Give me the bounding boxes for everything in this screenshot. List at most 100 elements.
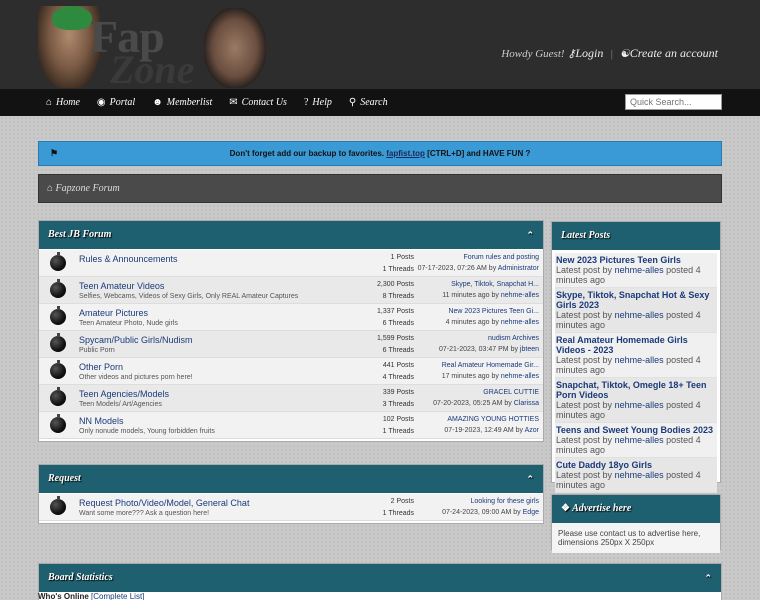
forum-row: NN Models Only nonude models, Young forbi… (39, 412, 543, 439)
forum-title-link[interactable]: Request Photo/Video/Model, General Chat (79, 498, 249, 508)
last-post-meta: 07-20-2023, 05:25 AM by Clarissa (433, 400, 539, 407)
last-post-user-link[interactable]: nehme-alles (501, 292, 539, 299)
latest-post-prefix: Latest post by (556, 400, 613, 410)
last-post-title-link[interactable]: GRACEL CUTTIE (483, 389, 539, 396)
latest-post-meta: Latest post by nehme-alles posted 4 minu… (556, 265, 716, 285)
latest-post-user-link[interactable]: nehme-alles (615, 355, 664, 365)
latest-post-title-link[interactable]: Teens and Sweet Young Bodies 2023 (556, 425, 716, 435)
category-best-jb-forum: Best JB Forum ⌃ Rules & Announcements 1 P… (38, 220, 544, 442)
latest-post-prefix: Latest post by (556, 355, 613, 365)
forum-title-link[interactable]: Rules & Announcements (79, 254, 178, 264)
login-link[interactable]: Login (575, 46, 603, 60)
breadcrumb-forum-link[interactable]: Fapzone Forum (56, 183, 120, 194)
nav-search[interactable]: ⚲ Search (349, 97, 388, 108)
collapse-icon[interactable]: ⌃ (704, 564, 712, 592)
last-post-date: 07-20-2023, 05:25 AM by (433, 400, 512, 407)
last-post-meta: 07-21-2023, 03:47 PM by jbteen (439, 346, 539, 353)
nav-help[interactable]: ? Help (304, 97, 332, 108)
last-post-user-link[interactable]: nehme-alles (501, 319, 539, 326)
nav-portal-label: Portal (109, 97, 136, 108)
last-post-user-link[interactable]: Administrator (498, 265, 539, 272)
forum-description: Public Porn (79, 347, 115, 354)
advertise-panel: ❖ Advertise here Please use contact us t… (551, 494, 721, 553)
last-post-title-link[interactable]: Real Amateur Homemade Gir... (442, 362, 539, 369)
last-post-title-link[interactable]: nudism Archives (488, 335, 539, 342)
welcome-text: Howdy Guest! (501, 48, 565, 60)
forum-row: Teen Agencies/Models Teen Models/ Art/Age… (39, 385, 543, 412)
last-post-meta: 11 minutes ago by nehme-alles (442, 292, 539, 299)
notice-text-before: Don't forget add our backup to favorites… (229, 149, 385, 158)
latest-post-title-link[interactable]: Snapchat, Tiktok, Omegle 18+ Teen Porn V… (556, 380, 716, 400)
forum-list: Rules & Announcements 1 Posts 1 Threads For… (39, 249, 543, 440)
last-post-meta: 07-17-2023, 07:26 AM by Administrator (418, 265, 539, 272)
latest-post-item: Skype, Tiktok, Snapchat Hot & Sexy Girls… (555, 288, 717, 333)
last-post-user-link[interactable]: Clarissa (514, 400, 539, 407)
last-post-title-link[interactable]: Forum rules and posting (464, 254, 539, 261)
last-post-date: 11 minutes ago by (442, 292, 499, 299)
backup-notice: ⚑ Don't forget add our backup to favorit… (38, 141, 722, 166)
forum-title-link[interactable]: NN Models (79, 416, 124, 426)
user-plus-icon: ☯ (619, 48, 630, 60)
site-header: Fap Zone Howdy Guest! ⚷Login | ☯Create a… (0, 0, 760, 92)
forum-title-link[interactable]: Other Porn (79, 362, 123, 372)
board-statistics-header: Board Statistics ⌃ (39, 564, 721, 592)
forum-bomb-icon (50, 279, 66, 298)
nav-home[interactable]: ⌂ Home (46, 97, 80, 108)
latest-post-user-link[interactable]: nehme-alles (615, 265, 664, 275)
nav-contact[interactable]: ✉ Contact Us (229, 97, 287, 108)
forum-description: Teen Amateur Photo, Nude girls (79, 320, 178, 327)
last-post-user-link[interactable]: Edge (523, 509, 539, 516)
notice-backup-link[interactable]: fapfist.top (386, 149, 425, 158)
category-title[interactable]: Best JB Forum (48, 229, 111, 240)
forum-row: Request Photo/Video/Model, General Chat W… (39, 494, 543, 521)
welcome-separator: | (610, 48, 614, 60)
last-post-user-link[interactable]: Azor (525, 427, 539, 434)
logo-figure-hair (52, 6, 92, 30)
forum-title-link[interactable]: Teen Agencies/Models (79, 389, 169, 399)
latest-post-title-link[interactable]: Cute Daddy 18yo Girls (556, 460, 716, 470)
collapse-icon[interactable]: ⌃ (526, 465, 534, 493)
forum-title-link[interactable]: Amateur Pictures (79, 308, 148, 318)
breadcrumb: ⌂ Fapzone Forum (38, 174, 722, 203)
forum-threads-count: 6 Threads (382, 320, 414, 327)
forum-title-link[interactable]: Spycam/Public Girls/Nudism (79, 335, 193, 345)
quick-search-input[interactable] (625, 94, 722, 110)
question-icon: ? (303, 97, 309, 108)
forum-threads-count: 3 Threads (382, 401, 414, 408)
latest-post-user-link[interactable]: nehme-alles (615, 435, 664, 445)
user-icon: ☻ (152, 97, 163, 108)
category-request: Request ⌃ Request Photo/Video/Model, Gen… (38, 464, 544, 524)
forum-posts-count: 1,599 Posts (377, 335, 414, 342)
forum-row: Other Porn Other videos and pictures porn… (39, 358, 543, 385)
forum-posts-count: 102 Posts (382, 416, 414, 423)
collapse-icon[interactable]: ⌃ (526, 221, 534, 249)
latest-posts-header: Latest Posts (552, 222, 720, 250)
latest-post-user-link[interactable]: nehme-alles (615, 310, 664, 320)
latest-post-user-link[interactable]: nehme-alles (615, 400, 664, 410)
create-account-link[interactable]: Create an account (630, 46, 718, 60)
nav-portal[interactable]: ◉ Portal (97, 97, 135, 108)
forum-row: Amateur Pictures Teen Amateur Photo, Nude… (39, 304, 543, 331)
latest-post-user-link[interactable]: nehme-alles (615, 470, 664, 480)
nav-help-label: Help (312, 97, 332, 108)
latest-post-title-link[interactable]: Skype, Tiktok, Snapchat Hot & Sexy Girls… (556, 290, 716, 310)
last-post-user-link[interactable]: jbteen (520, 346, 539, 353)
site-logo[interactable]: Fap Zone (38, 6, 266, 92)
category-title[interactable]: Request (48, 473, 81, 484)
last-post-title-link[interactable]: New 2023 Pictures Teen Gi... (448, 308, 539, 315)
last-post-user-link[interactable]: nehme-alles (501, 373, 539, 380)
latest-post-title-link[interactable]: New 2023 Pictures Teen Girls (556, 255, 716, 265)
forum-row: Rules & Announcements 1 Posts 1 Threads For… (39, 250, 543, 277)
welcome-block: Howdy Guest! ⚷Login | ☯Create an account (501, 46, 718, 61)
latest-post-title-link[interactable]: Real Amateur Homemade Girls Videos - 202… (556, 335, 716, 355)
forum-description: Want some more??? Ask a question here! (79, 510, 210, 517)
last-post-title-link[interactable]: AMAZING YOUNG HOTTIES (447, 416, 539, 423)
forum-bomb-icon (50, 496, 66, 515)
forum-bomb-icon (50, 306, 66, 325)
complete-list-link[interactable]: [Complete List] (91, 592, 144, 600)
home-icon: ⌂ (47, 183, 54, 194)
last-post-title-link[interactable]: Looking for these girls (471, 498, 539, 505)
last-post-title-link[interactable]: Skype, Tiktok, Snapchat H... (451, 281, 539, 288)
nav-memberlist[interactable]: ☻ Memberlist (152, 97, 212, 108)
forum-title-link[interactable]: Teen Amateur Videos (79, 281, 164, 291)
